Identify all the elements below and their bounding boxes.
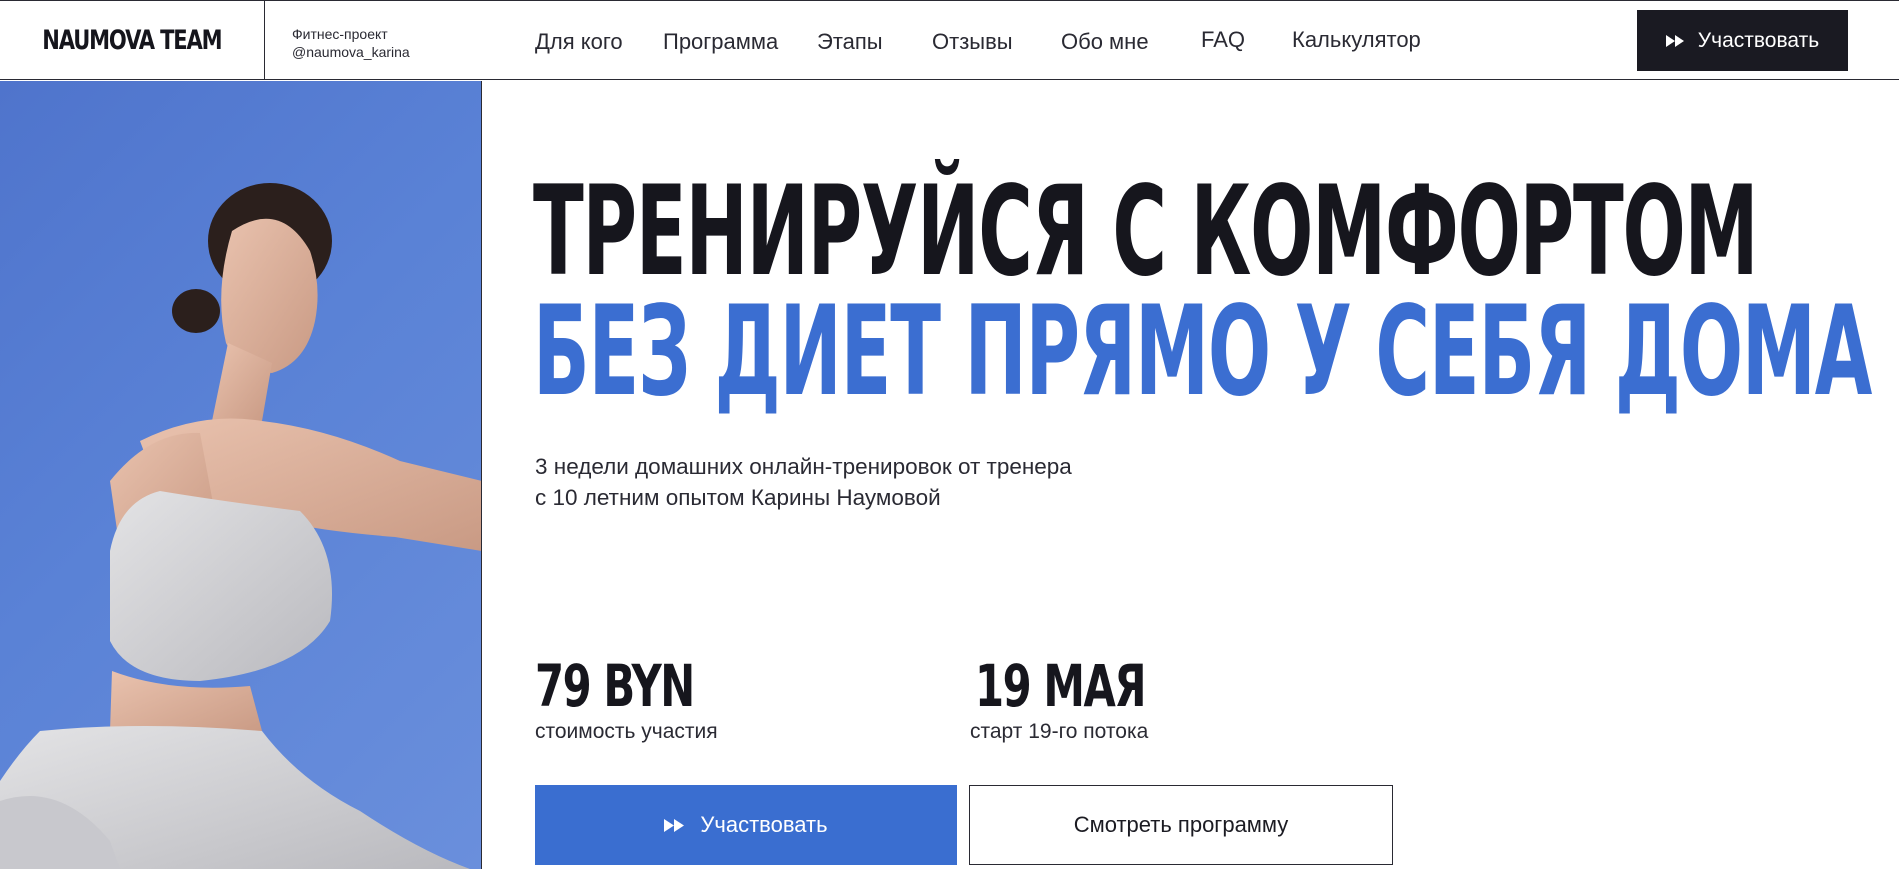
project-handle: @naumova_karina — [292, 44, 410, 60]
nav-item-calculator[interactable]: Калькулятор — [1292, 27, 1421, 53]
start-date-label: старт 19-го потока — [970, 720, 1149, 743]
logo-container[interactable]: NAUMOVA TEAM — [0, 1, 265, 80]
nav-item-stages[interactable]: Этапы — [817, 29, 883, 55]
price-value: 79 BYN — [535, 652, 695, 720]
fast-forward-icon — [1665, 34, 1686, 47]
nav-item-program[interactable]: Программа — [663, 29, 778, 55]
logo[interactable]: NAUMOVA TEAM — [42, 25, 222, 56]
nav-item-reviews[interactable]: Отзывы — [932, 29, 1013, 55]
header-participate-button[interactable]: Участвовать — [1637, 10, 1848, 71]
nav-item-for-whom[interactable]: Для кого — [535, 29, 623, 55]
project-label: Фитнес-проект — [292, 26, 388, 42]
view-program-button[interactable]: Смотреть программу — [969, 785, 1393, 865]
fast-forward-icon — [664, 818, 686, 832]
nav-item-about[interactable]: Обо мне — [1061, 29, 1149, 55]
header-participate-label: Участвовать — [1697, 28, 1820, 52]
hero-subtitle-line-1: 3 недели домашних онлайн-тренировок от т… — [535, 454, 1072, 479]
project-info: Фитнес-проект @naumova_karina — [292, 25, 410, 61]
hero-photo — [0, 81, 482, 869]
participate-button[interactable]: Участвовать — [535, 785, 957, 865]
athlete-illustration — [0, 183, 481, 869]
participate-label: Участвовать — [700, 812, 828, 837]
price-label: стоимость участия — [535, 720, 718, 743]
start-date-value: 19 МАЯ — [975, 652, 1146, 720]
view-program-label: Смотреть программу — [1073, 812, 1289, 837]
hero-headline-line-2: БЕЗ ДИЕТ ПРЯМО У СЕБЯ ДОМА — [533, 280, 1872, 424]
nav-item-faq[interactable]: FAQ — [1201, 27, 1245, 53]
hero-subtitle-line-2: с 10 летним опытом Карины Наумовой — [535, 485, 941, 510]
hero-subtitle: 3 недели домашних онлайн-тренировок от т… — [535, 451, 1072, 513]
main-nav: Для кого Программа Этапы Отзывы Обо мне … — [535, 1, 1455, 81]
site-header: NAUMOVA TEAM Фитнес-проект @naumova_kari… — [0, 0, 1899, 80]
